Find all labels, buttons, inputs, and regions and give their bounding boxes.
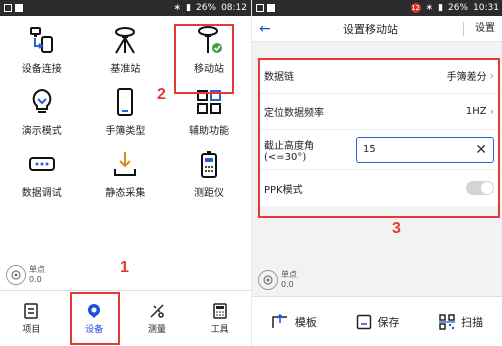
grid-item-label: 辅助功能	[188, 126, 229, 137]
annotation-number-2: 2	[157, 86, 166, 103]
data-debug-icon	[26, 149, 58, 179]
status-bar: 12 ∗ ▮ 26% 10:31	[252, 0, 502, 16]
project-icon	[24, 302, 39, 319]
battery-icon: ▮	[186, 3, 192, 13]
grid-item-label: 静态采集	[105, 188, 146, 199]
grid-item-label: 设备连接	[21, 64, 62, 75]
template-icon	[272, 313, 287, 328]
save-button[interactable]: 保存	[336, 297, 420, 346]
base-station-icon	[109, 25, 141, 55]
image-icon	[15, 4, 23, 12]
demo-bulb-icon	[26, 87, 58, 117]
nav-label: 项目	[22, 324, 41, 335]
gnss-status-icon	[258, 270, 278, 290]
qr-scan-icon	[439, 313, 456, 330]
static-collect-icon	[109, 149, 141, 179]
notification-badge: 12	[410, 3, 421, 13]
battery-level: 26%	[196, 3, 217, 13]
nav-measure[interactable]: 测量	[126, 291, 189, 346]
solution-value: 0.0	[281, 280, 294, 289]
measure-icon	[150, 303, 164, 318]
solution-type: 单点	[29, 265, 45, 274]
scan-label: 扫描	[461, 315, 484, 329]
page-title: 设置移动站	[343, 22, 398, 36]
save-label: 保存	[377, 315, 400, 329]
save-icon	[356, 314, 371, 329]
annotation-number-1: 1	[120, 259, 129, 276]
grid-item-label: 基准站	[110, 64, 141, 75]
solution-value: 0.0	[29, 275, 42, 284]
grid-item-label: 演示模式	[21, 126, 62, 137]
solution-type: 单点	[281, 270, 297, 279]
grid-item-demo-mode[interactable]: 演示模式	[0, 80, 84, 142]
controller-type-icon	[109, 87, 141, 117]
grid-item-static-collect[interactable]: 静态采集	[84, 142, 168, 204]
bluetooth-icon: ∗	[425, 3, 434, 13]
back-arrow-icon[interactable]: ←	[252, 21, 278, 37]
clock: 08:12	[221, 3, 247, 13]
nav-label: 工具	[210, 324, 229, 335]
notification-icon	[256, 4, 264, 12]
solution-status-chip[interactable]: 单点 0.0	[6, 265, 45, 285]
device-connect-icon	[26, 25, 58, 55]
grid-item-device-connect[interactable]: 设备连接	[0, 18, 84, 80]
grid-item-data-debug[interactable]: 数据调试	[0, 142, 84, 204]
bluetooth-icon: ∗	[173, 3, 182, 13]
title-bar: ← 设置移动站 设置	[252, 16, 502, 42]
nav-tools[interactable]: 工具	[188, 291, 251, 346]
scan-button[interactable]: 扫描	[419, 297, 502, 346]
image-icon	[267, 4, 275, 12]
annotation-highlight-device	[69, 292, 120, 345]
right-phone-screen: 12 ∗ ▮ 26% 10:31 ← 设置移动站 设置 数据链 手簿差分 › 定…	[251, 0, 502, 346]
clock: 10:31	[473, 3, 499, 13]
grid-item-base-station[interactable]: 基准站	[84, 18, 168, 80]
annotation-highlight-form	[258, 58, 500, 218]
annotation-highlight-rover	[174, 24, 234, 94]
tools-icon	[212, 302, 227, 319]
gnss-status-icon	[6, 265, 26, 285]
nav-device[interactable]: 设备	[63, 291, 126, 346]
notification-icon	[4, 4, 12, 12]
grid-item-label: 测距仪	[193, 188, 224, 199]
solution-status-chip[interactable]: 单点 0.0	[258, 270, 297, 290]
grid-item-controller-type[interactable]: 手簿类型	[84, 80, 168, 142]
rangefinder-icon	[193, 149, 225, 179]
battery-icon: ▮	[438, 3, 444, 13]
template-label: 模板	[294, 315, 317, 329]
grid-item-rangefinder[interactable]: 测距仪	[167, 142, 251, 204]
bottom-toolbar: 模板 保存 扫描	[252, 296, 502, 346]
left-phone-screen: ∗ ▮ 26% 08:12 设备连接 基准站 移动站 演示模式 手簿类型 辅助功…	[0, 0, 251, 346]
battery-level: 26%	[448, 3, 469, 13]
status-bar: ∗ ▮ 26% 08:12	[0, 0, 251, 16]
bottom-navigation: 项目 设备 测量 工具	[0, 290, 251, 346]
grid-item-label: 手簿类型	[105, 126, 146, 137]
settings-button[interactable]: 设置	[463, 21, 502, 36]
grid-item-label: 数据调试	[21, 188, 62, 199]
nav-project[interactable]: 项目	[0, 291, 63, 346]
nav-label: 测量	[147, 324, 166, 335]
template-button[interactable]: 模板	[252, 297, 336, 346]
annotation-number-3: 3	[392, 220, 401, 237]
